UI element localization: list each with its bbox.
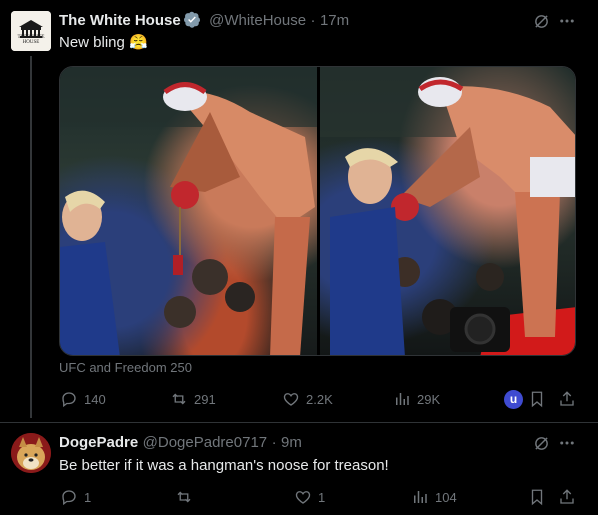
emoji-triumph: 😤 <box>129 34 148 51</box>
user-badge-letter: u <box>509 392 518 406</box>
user-badge[interactable]: u <box>504 390 523 409</box>
bookmark-icon[interactable] <box>528 390 546 408</box>
repost-count: 291 <box>194 391 216 407</box>
repost-button[interactable]: 291 <box>170 390 216 408</box>
author-handle-2[interactable]: @DogePadre0717 <box>143 434 267 451</box>
avatar-dogepadre[interactable] <box>11 433 51 473</box>
like-icon <box>283 393 299 406</box>
doge-avatar-icon <box>11 433 51 473</box>
reply-count: 140 <box>84 391 106 407</box>
author-handle[interactable]: @WhiteHouse <box>209 12 306 29</box>
grok-icon[interactable] <box>533 13 550 30</box>
verified-icon[interactable] <box>183 11 201 28</box>
media-caption[interactable]: UFC and Freedom 250 <box>59 360 192 375</box>
like-count: 2.2K <box>306 391 333 407</box>
timestamp[interactable]: 17m <box>320 12 349 29</box>
timestamp-2[interactable]: 9m <box>281 434 302 451</box>
photo-left[interactable] <box>60 67 317 355</box>
views-count: 29K <box>417 391 441 407</box>
like-icon <box>295 491 311 504</box>
views-count-2: 104 <box>435 489 457 505</box>
author-name[interactable]: The White House <box>59 12 181 29</box>
tweet-divider <box>0 422 598 423</box>
tweet-header: The White House @WhiteHouse · 17m <box>59 11 349 31</box>
tweet-text: New bling 😤 <box>59 33 148 53</box>
share-icon[interactable] <box>558 390 576 408</box>
reply-count-2: 1 <box>84 489 92 505</box>
tweet-text-2: Be better if it was a hangman's noose fo… <box>59 457 389 474</box>
share-icon[interactable] <box>558 488 576 506</box>
whitehouse-seal-icon <box>11 11 51 51</box>
avatar-whitehouse[interactable] <box>11 11 51 51</box>
author-name-2[interactable]: DogePadre <box>59 434 138 451</box>
views-button-2[interactable]: 104 <box>411 488 457 506</box>
more-icon[interactable] <box>558 12 576 30</box>
repost-button-2[interactable] <box>175 488 199 506</box>
photo-left-illustration <box>60 67 317 355</box>
tweet-text-content: New bling <box>59 34 125 51</box>
photo-right-illustration <box>320 67 575 355</box>
like-button[interactable]: 2.2K <box>282 390 333 408</box>
media-grid[interactable] <box>59 66 576 356</box>
repost-icon <box>172 393 186 405</box>
separator-dot-2: · <box>271 434 277 451</box>
reply-button-2[interactable]: 1 <box>60 488 91 506</box>
avatar-wordmark: THE WHITE HOUSE <box>11 35 51 45</box>
more-icon[interactable] <box>558 434 576 452</box>
reply-button[interactable]: 140 <box>60 390 106 408</box>
photo-right[interactable] <box>320 67 575 355</box>
grok-icon[interactable] <box>533 435 550 452</box>
reply-icon <box>62 490 76 506</box>
separator-dot: · <box>310 12 316 29</box>
views-button[interactable]: 29K <box>393 390 440 408</box>
views-icon <box>414 491 427 503</box>
thread-line <box>30 56 32 418</box>
like-button-2[interactable]: 1 <box>294 488 325 506</box>
like-count-2: 1 <box>318 489 326 505</box>
avatar-text-line-3: HOUSE <box>22 40 40 45</box>
tweet-header-2: DogePadre @DogePadre0717 · 9m <box>59 433 302 453</box>
reply-icon <box>62 392 76 408</box>
repost-icon <box>177 491 191 503</box>
views-icon <box>396 393 409 405</box>
bookmark-icon[interactable] <box>528 488 546 506</box>
